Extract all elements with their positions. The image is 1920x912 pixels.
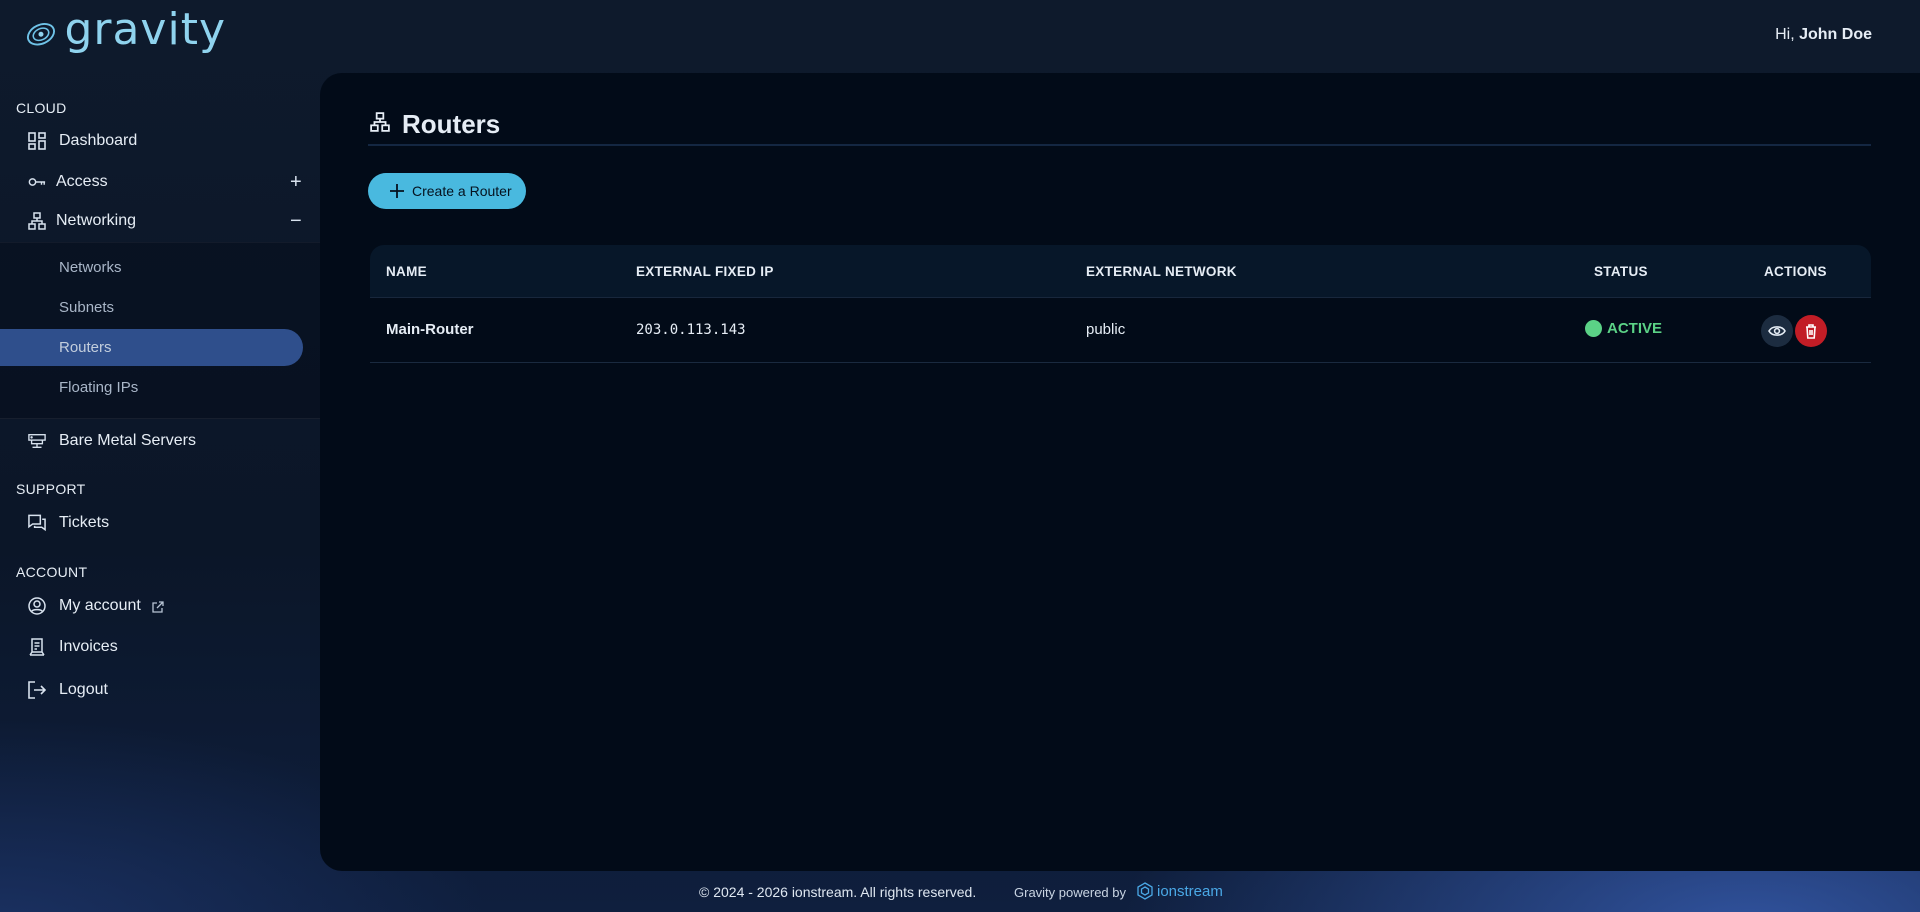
status-text: ACTIVE bbox=[1607, 320, 1663, 337]
column-header-external-ip[interactable]: EXTERNAL FIXED IP bbox=[636, 264, 774, 279]
create-router-label: Create a Router bbox=[412, 183, 512, 199]
column-header-status[interactable]: STATUS bbox=[1594, 264, 1648, 279]
powered-by-text: Gravity powered by bbox=[1014, 885, 1126, 900]
server-icon bbox=[28, 432, 46, 450]
section-label-cloud: CLOUD bbox=[16, 100, 67, 116]
sidebar-item-bare-metal-servers[interactable]: Bare Metal Servers bbox=[0, 424, 310, 458]
footer: © 2024 - 2026 ionstream. All rights rese… bbox=[0, 882, 1920, 904]
partner-name: ionstream bbox=[1157, 882, 1223, 900]
copyright-text: © 2024 - 2026 ionstream. All rights rese… bbox=[699, 884, 977, 900]
sidebar-item-networking[interactable]: Networking − bbox=[0, 204, 310, 238]
sidebar-item-label: Floating IPs bbox=[59, 378, 139, 396]
section-label-account: ACCOUNT bbox=[16, 564, 88, 580]
gravity-logo[interactable]: gravity bbox=[26, 4, 226, 56]
plus-icon bbox=[390, 184, 404, 198]
user-circle-icon bbox=[28, 597, 46, 615]
main-content: Routers Create a Router NAME EXTERNAL FI… bbox=[320, 73, 1920, 871]
sidebar-item-dashboard[interactable]: Dashboard bbox=[0, 124, 310, 158]
network-icon bbox=[28, 212, 46, 230]
sidebar-item-label: Routers bbox=[59, 339, 112, 356]
dashboard-grid-icon bbox=[28, 132, 46, 150]
sidebar-item-label: Dashboard bbox=[59, 132, 138, 149]
router-external-ip: 203.0.113.143 bbox=[636, 322, 746, 338]
trash-icon bbox=[1806, 323, 1816, 339]
delete-router-button[interactable] bbox=[1795, 315, 1827, 347]
view-router-button[interactable] bbox=[1761, 315, 1793, 347]
receipt-icon bbox=[28, 638, 46, 656]
user-greeting: Hi, John Doe bbox=[1775, 26, 1872, 44]
sidebar-item-label: Networks bbox=[59, 258, 122, 276]
chat-icon bbox=[28, 514, 46, 532]
status-dot-icon bbox=[1585, 320, 1602, 337]
column-header-actions: ACTIONS bbox=[1764, 264, 1827, 279]
page-title: Routers bbox=[402, 109, 501, 139]
sidebar-item-label: Tickets bbox=[59, 514, 110, 531]
ionstream-hex-icon bbox=[1137, 882, 1153, 900]
gravity-orbit-logo-icon bbox=[26, 23, 55, 46]
sidebar-item-label: Subnets bbox=[59, 298, 115, 316]
sidebar-item-label: My account bbox=[59, 597, 141, 614]
column-header-external-network[interactable]: EXTERNAL NETWORK bbox=[1086, 264, 1237, 279]
sidebar-item-invoices[interactable]: Invoices bbox=[0, 630, 310, 664]
network-icon bbox=[370, 111, 390, 138]
router-external-network: public bbox=[1086, 321, 1126, 338]
external-link-icon bbox=[152, 600, 164, 618]
table-header: NAME EXTERNAL FIXED IP EXTERNAL NETWORK … bbox=[370, 245, 1871, 298]
sidebar-item-tickets[interactable]: Tickets bbox=[0, 506, 310, 540]
title-divider bbox=[368, 144, 1871, 146]
sidebar-item-label: Bare Metal Servers bbox=[59, 432, 196, 449]
sidebar-item-label: Logout bbox=[59, 681, 108, 698]
eye-icon bbox=[1768, 326, 1786, 336]
sidebar-item-logout[interactable]: Logout bbox=[0, 673, 310, 707]
sidebar-item-my-account[interactable]: My account bbox=[0, 589, 310, 623]
sidebar-item-subnets[interactable]: Subnets bbox=[0, 290, 310, 324]
collapse-minus-icon[interactable]: − bbox=[290, 211, 302, 231]
sidebar-item-routers[interactable]: Routers bbox=[0, 329, 303, 366]
key-icon bbox=[28, 173, 46, 191]
sidebar-item-label: Invoices bbox=[59, 638, 118, 655]
router-name[interactable]: Main-Router bbox=[386, 321, 474, 338]
column-header-name[interactable]: NAME bbox=[386, 264, 427, 279]
sidebar-item-networks[interactable]: Networks bbox=[0, 250, 310, 284]
create-router-button[interactable]: Create a Router bbox=[368, 173, 526, 209]
ionstream-logo[interactable]: ionstream bbox=[1136, 882, 1223, 900]
user-name: John Doe bbox=[1799, 26, 1872, 43]
logout-icon bbox=[28, 681, 46, 699]
sidebar-item-floating-ips[interactable]: Floating IPs bbox=[0, 370, 310, 404]
status-badge: ACTIVE bbox=[1585, 320, 1662, 337]
sidebar-item-label: Networking bbox=[56, 212, 137, 229]
section-label-support: SUPPORT bbox=[16, 481, 86, 497]
sidebar-item-label: Access bbox=[56, 173, 108, 190]
brand-name: gravity bbox=[64, 4, 226, 55]
expand-plus-icon[interactable]: + bbox=[290, 172, 302, 192]
routers-table: NAME EXTERNAL FIXED IP EXTERNAL NETWORK … bbox=[370, 245, 1871, 363]
sidebar-item-access[interactable]: Access + bbox=[0, 165, 310, 199]
page-header: Routers bbox=[370, 109, 500, 140]
table-row[interactable]: Main-Router 203.0.113.143 public ACTIVE bbox=[370, 298, 1871, 363]
greeting-prefix: Hi, bbox=[1775, 26, 1795, 43]
